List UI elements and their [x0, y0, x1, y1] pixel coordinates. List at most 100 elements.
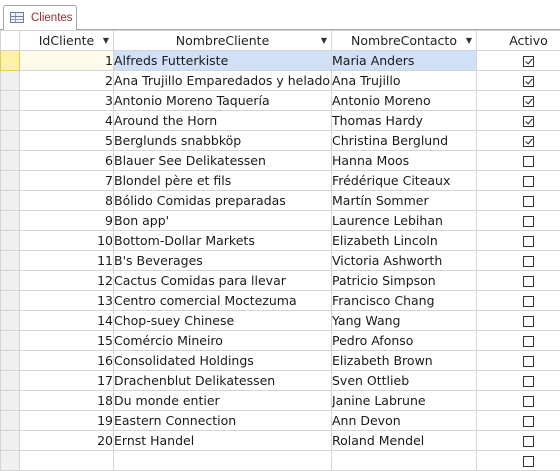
cell-nombrecliente[interactable]: Blauer See Delikatessen — [114, 151, 332, 171]
cell-activo[interactable] — [477, 251, 560, 271]
table-row[interactable]: 9Bon app'Laurence Lebihan — [1, 211, 560, 231]
cell-nombrecliente[interactable] — [114, 451, 332, 471]
cell-activo[interactable] — [477, 311, 560, 331]
cell-nombrecontacto[interactable]: Yang Wang — [332, 311, 477, 331]
cell-nombrecontacto[interactable]: Laurence Lebihan — [332, 211, 477, 231]
row-selector[interactable] — [1, 451, 20, 471]
column-header-nombrecliente[interactable]: NombreCliente ▼ — [114, 31, 332, 51]
cell-nombrecliente[interactable]: Alfreds Futterkiste — [114, 51, 332, 71]
row-selector[interactable] — [1, 171, 20, 191]
cell-activo[interactable] — [477, 51, 560, 71]
row-selector[interactable] — [1, 71, 20, 91]
cell-activo[interactable] — [477, 231, 560, 251]
unchecked-checkbox[interactable] — [523, 276, 534, 287]
table-row[interactable]: 5Berglunds snabbköpChristina Berglund — [1, 131, 560, 151]
table-row[interactable]: 16Consolidated HoldingsElizabeth Brown — [1, 351, 560, 371]
cell-idcliente[interactable]: 12 — [20, 271, 114, 291]
row-selector[interactable] — [1, 331, 20, 351]
column-header-activo[interactable]: Activo ▼ — [477, 31, 560, 51]
cell-nombrecliente[interactable]: Consolidated Holdings — [114, 351, 332, 371]
table-row[interactable]: 13Centro comercial MoctezumaFrancisco Ch… — [1, 291, 560, 311]
unchecked-checkbox[interactable] — [523, 156, 534, 167]
cell-activo[interactable] — [477, 91, 560, 111]
row-selector[interactable] — [1, 271, 20, 291]
cell-nombrecontacto[interactable]: Roland Mendel — [332, 431, 477, 451]
cell-activo[interactable] — [477, 391, 560, 411]
sort-dropdown-icon[interactable]: ▼ — [103, 31, 109, 51]
cell-activo[interactable] — [477, 411, 560, 431]
table-row[interactable]: 3Antonio Moreno TaqueríaAntonio Moreno — [1, 91, 560, 111]
unchecked-checkbox[interactable] — [523, 436, 534, 447]
cell-nombrecliente[interactable]: Drachenblut Delikatessen — [114, 371, 332, 391]
cell-nombrecontacto[interactable]: Frédérique Citeaux — [332, 171, 477, 191]
cell-nombrecliente[interactable]: Antonio Moreno Taquería — [114, 91, 332, 111]
cell-nombrecliente[interactable]: Ana Trujillo Emparedados y helados — [114, 71, 332, 91]
row-selector[interactable] — [1, 431, 20, 451]
table-row[interactable]: 8Bólido Comidas preparadasMartín Sommer — [1, 191, 560, 211]
checked-checkbox[interactable] — [523, 116, 534, 127]
table-row[interactable]: 19Eastern ConnectionAnn Devon — [1, 411, 560, 431]
row-selector[interactable] — [1, 391, 20, 411]
cell-activo[interactable] — [477, 351, 560, 371]
cell-activo[interactable] — [477, 191, 560, 211]
cell-nombrecliente[interactable]: Bon app' — [114, 211, 332, 231]
cell-nombrecontacto[interactable]: Maria Anders — [332, 51, 477, 71]
unchecked-checkbox[interactable] — [523, 296, 534, 307]
cell-idcliente[interactable]: 10 — [20, 231, 114, 251]
cell-activo[interactable] — [477, 431, 560, 451]
row-selector[interactable] — [1, 291, 20, 311]
cell-nombrecontacto[interactable]: Patricio Simpson — [332, 271, 477, 291]
checked-checkbox[interactable] — [523, 56, 534, 67]
cell-nombrecontacto[interactable]: Elizabeth Lincoln — [332, 231, 477, 251]
row-selector[interactable] — [1, 111, 20, 131]
checked-checkbox[interactable] — [523, 76, 534, 87]
cell-nombrecliente[interactable]: Du monde entier — [114, 391, 332, 411]
unchecked-checkbox[interactable] — [523, 336, 534, 347]
cell-nombrecontacto[interactable]: Thomas Hardy — [332, 111, 477, 131]
cell-activo[interactable] — [477, 211, 560, 231]
row-selector[interactable] — [1, 411, 20, 431]
cell-nombrecliente[interactable]: Ernst Handel — [114, 431, 332, 451]
cell-activo[interactable] — [477, 291, 560, 311]
cell-nombrecontacto[interactable]: Ann Devon — [332, 411, 477, 431]
cell-idcliente[interactable] — [20, 451, 114, 471]
dropdown-icon[interactable]: ▼ — [321, 31, 327, 51]
cell-idcliente[interactable]: 6 — [20, 151, 114, 171]
row-selector[interactable] — [1, 51, 20, 71]
cell-idcliente[interactable]: 16 — [20, 351, 114, 371]
table-row[interactable]: 7Blondel père et filsFrédérique Citeaux — [1, 171, 560, 191]
row-selector[interactable] — [1, 131, 20, 151]
cell-nombrecontacto[interactable] — [332, 451, 477, 471]
unchecked-checkbox[interactable] — [523, 396, 534, 407]
column-header-idcliente[interactable]: IdCliente ▼ — [20, 31, 114, 51]
row-selector[interactable] — [1, 151, 20, 171]
cell-nombrecliente[interactable]: B's Beverages — [114, 251, 332, 271]
cell-idcliente[interactable]: 9 — [20, 211, 114, 231]
row-selector[interactable] — [1, 251, 20, 271]
cell-nombrecliente[interactable]: Eastern Connection — [114, 411, 332, 431]
cell-activo[interactable] — [477, 331, 560, 351]
cell-nombrecliente[interactable]: Berglunds snabbköp — [114, 131, 332, 151]
cell-nombrecontacto[interactable]: Elizabeth Brown — [332, 351, 477, 371]
cell-idcliente[interactable]: 19 — [20, 411, 114, 431]
cell-idcliente[interactable]: 3 — [20, 91, 114, 111]
unchecked-checkbox[interactable] — [523, 216, 534, 227]
cell-nombrecontacto[interactable]: Francisco Chang — [332, 291, 477, 311]
unchecked-checkbox[interactable] — [523, 416, 534, 427]
table-row[interactable]: 14Chop-suey ChineseYang Wang — [1, 311, 560, 331]
row-selector[interactable] — [1, 371, 20, 391]
cell-activo[interactable] — [477, 151, 560, 171]
unchecked-checkbox[interactable] — [523, 176, 534, 187]
cell-activo[interactable] — [477, 271, 560, 291]
cell-nombrecontacto[interactable]: Sven Ottlieb — [332, 371, 477, 391]
dropdown-icon[interactable]: ▼ — [466, 31, 472, 51]
unchecked-checkbox[interactable] — [523, 256, 534, 267]
checked-checkbox[interactable] — [523, 96, 534, 107]
table-row[interactable]: 15Comércio MineiroPedro Afonso — [1, 331, 560, 351]
unchecked-checkbox[interactable] — [523, 316, 534, 327]
row-selector[interactable] — [1, 211, 20, 231]
cell-nombrecliente[interactable]: Chop-suey Chinese — [114, 311, 332, 331]
cell-nombrecliente[interactable]: Comércio Mineiro — [114, 331, 332, 351]
row-selector[interactable] — [1, 231, 20, 251]
cell-idcliente[interactable]: 15 — [20, 331, 114, 351]
